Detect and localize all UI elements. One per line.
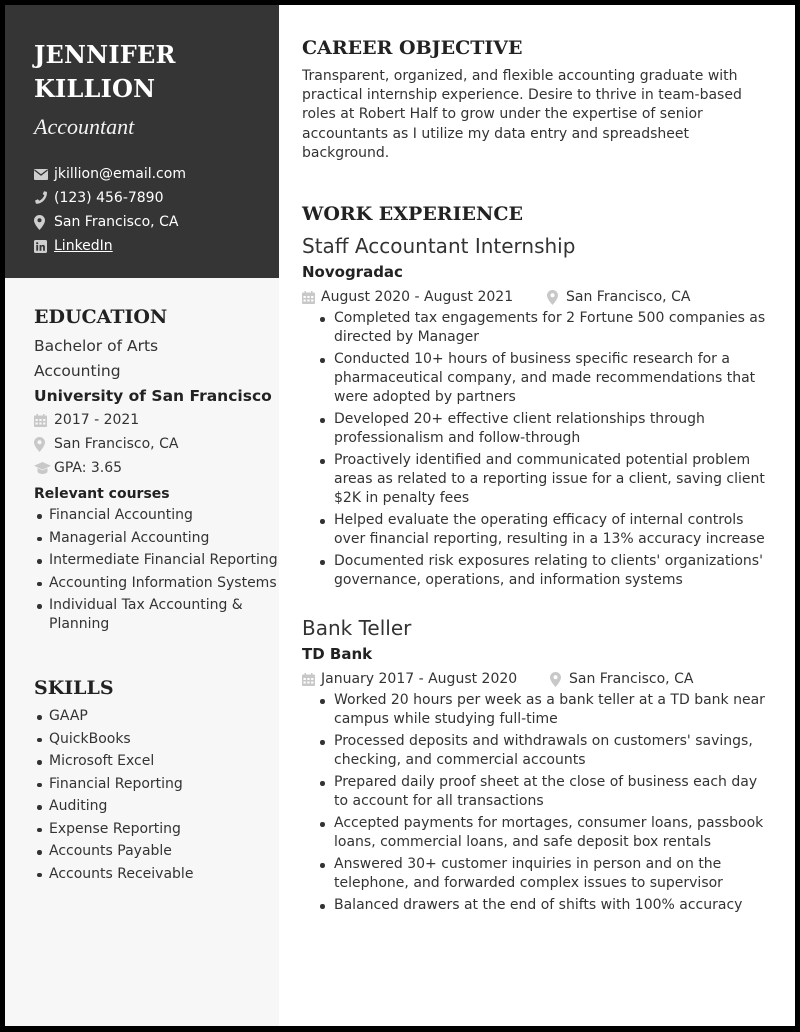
calendar-icon — [302, 672, 321, 686]
course-item: Financial Accounting — [37, 506, 279, 525]
company-name: Novogradac — [302, 263, 403, 282]
degree: Bachelor of Arts — [34, 337, 159, 355]
job-bullets: Worked 20 hours per week as a bank telle… — [302, 691, 774, 915]
sidebar: JENNIFER KILLION Accountant jkillion@ema… — [5, 5, 279, 1026]
job-location-text: San Francisco, CA — [569, 671, 694, 688]
job-bullet: Answered 30+ customer inquiries in perso… — [320, 855, 774, 893]
company-name: TD Bank — [302, 645, 373, 664]
skill-item: Financial Reporting — [37, 775, 279, 794]
map-pin-icon — [547, 289, 566, 305]
contact-phone: (123) 456-7890 — [34, 186, 279, 210]
course-item: Individual Tax Accounting & Planning — [37, 596, 279, 633]
job-bullet: Helped evaluate the operating efficacy o… — [320, 511, 774, 549]
course-item: Accounting Information Systems — [37, 574, 279, 593]
skills-list: GAAP QuickBooks Microsoft Excel Financia… — [34, 707, 279, 883]
skill-item: Auditing — [37, 797, 279, 816]
skill-item: Expense Reporting — [37, 820, 279, 839]
contact-location: San Francisco, CA — [34, 210, 279, 234]
job-dates: January 2017 - August 2020 — [321, 671, 518, 688]
skill-item: GAAP — [37, 707, 279, 726]
job-bullet: Proactively identified and communicated … — [320, 451, 774, 508]
job-bullet: Prepared daily proof sheet at the close … — [320, 773, 774, 811]
job-bullet: Accepted payments for mortages, consumer… — [320, 814, 774, 852]
job-entry: Bank Teller TD Bank January 2017 - Augus… — [302, 615, 777, 915]
job-bullets: Completed tax engagements for 2 Fortune … — [302, 309, 774, 590]
contact-list: jkillion@email.com (123) 456-7890 San Fr… — [34, 162, 279, 258]
skills-section: SKILLS GAAP QuickBooks Microsoft Excel F… — [34, 675, 279, 883]
calendar-icon — [302, 290, 321, 304]
job-bullet: Completed tax engagements for 2 Fortune … — [320, 309, 774, 347]
calendar-icon — [34, 413, 54, 427]
work-experience-section: WORK EXPERIENCE Staff Accountant Interns… — [302, 201, 777, 915]
objective-text: Transparent, organized, and flexible acc… — [302, 68, 742, 161]
map-pin-icon — [550, 671, 569, 687]
candidate-name: JENNIFER KILLION — [34, 38, 279, 106]
job-bullet: Documented risk exposures relating to cl… — [320, 552, 774, 590]
job-bullet: Developed 20+ effective client relations… — [320, 410, 774, 448]
education-dates: 2017 - 2021 — [34, 408, 279, 432]
sidebar-header: JENNIFER KILLION Accountant jkillion@ema… — [5, 5, 279, 278]
major: Accounting — [34, 362, 121, 380]
education-location: San Francisco, CA — [34, 432, 279, 456]
resume-page: JENNIFER KILLION Accountant jkillion@ema… — [5, 5, 795, 1026]
work-heading: WORK EXPERIENCE — [302, 203, 523, 226]
gpa-text: GPA: 3.65 — [54, 460, 123, 476]
job-location-text: San Francisco, CA — [566, 289, 691, 306]
phone-text: (123) 456-7890 — [54, 190, 164, 206]
education-location-text: San Francisco, CA — [54, 436, 179, 452]
skills-heading: SKILLS — [34, 677, 114, 699]
education-dates-text: 2017 - 2021 — [54, 412, 140, 428]
skill-item: Accounts Payable — [37, 842, 279, 861]
job-location: San Francisco, CA — [550, 671, 693, 687]
job-entry: Staff Accountant Internship Novogradac A… — [302, 233, 777, 590]
education-section: EDUCATION Bachelor of Arts Accounting Un… — [34, 304, 279, 633]
job-dates: August 2020 - August 2021 — [321, 289, 514, 306]
contact-linkedin: LinkedIn — [34, 234, 279, 258]
education-heading: EDUCATION — [34, 306, 168, 328]
school-name: University of San Francisco — [34, 387, 272, 405]
skill-item: Accounts Receivable — [37, 865, 279, 884]
job-meta: January 2017 - August 2020 San Francisco… — [302, 667, 777, 691]
objective-section: CAREER OBJECTIVE Transparent, organized,… — [302, 35, 777, 163]
linkedin-icon — [34, 239, 51, 253]
job-bullet: Conducted 10+ hours of business specific… — [320, 350, 774, 407]
job-title: Accountant — [34, 114, 135, 139]
job-position: Staff Accountant Internship — [302, 234, 576, 259]
contact-email: jkillion@email.com — [34, 162, 279, 186]
skill-item: Microsoft Excel — [37, 752, 279, 771]
education-gpa: GPA: 3.65 — [34, 456, 279, 480]
main-column: CAREER OBJECTIVE Transparent, organized,… — [279, 5, 797, 1026]
map-pin-icon — [34, 436, 54, 452]
courses-list: Financial Accounting Managerial Accounti… — [34, 506, 279, 633]
map-pin-icon — [34, 214, 51, 230]
linkedin-link[interactable]: LinkedIn — [54, 238, 113, 254]
job-meta: August 2020 - August 2021 San Francisco,… — [302, 285, 777, 309]
sidebar-body: EDUCATION Bachelor of Arts Accounting Un… — [5, 278, 279, 883]
name-line-1: JENNIFER — [34, 40, 176, 69]
objective-heading: CAREER OBJECTIVE — [302, 37, 523, 59]
graduation-cap-icon — [34, 462, 54, 474]
relevant-courses-label: Relevant courses — [34, 486, 170, 502]
job-location: San Francisco, CA — [547, 289, 690, 305]
job-bullet: Worked 20 hours per week as a bank telle… — [320, 691, 774, 729]
envelope-icon — [34, 168, 51, 180]
job-bullet: Processed deposits and withdrawals on cu… — [320, 732, 774, 770]
email-text[interactable]: jkillion@email.com — [54, 166, 186, 182]
job-position: Bank Teller — [302, 616, 412, 641]
skill-item: QuickBooks — [37, 730, 279, 749]
location-text: San Francisco, CA — [54, 214, 179, 230]
name-line-2: KILLION — [34, 74, 156, 103]
phone-icon — [34, 191, 51, 205]
course-item: Managerial Accounting — [37, 529, 279, 548]
job-bullet: Balanced drawers at the end of shifts wi… — [320, 896, 774, 915]
course-item: Intermediate Financial Reporting — [37, 552, 278, 568]
